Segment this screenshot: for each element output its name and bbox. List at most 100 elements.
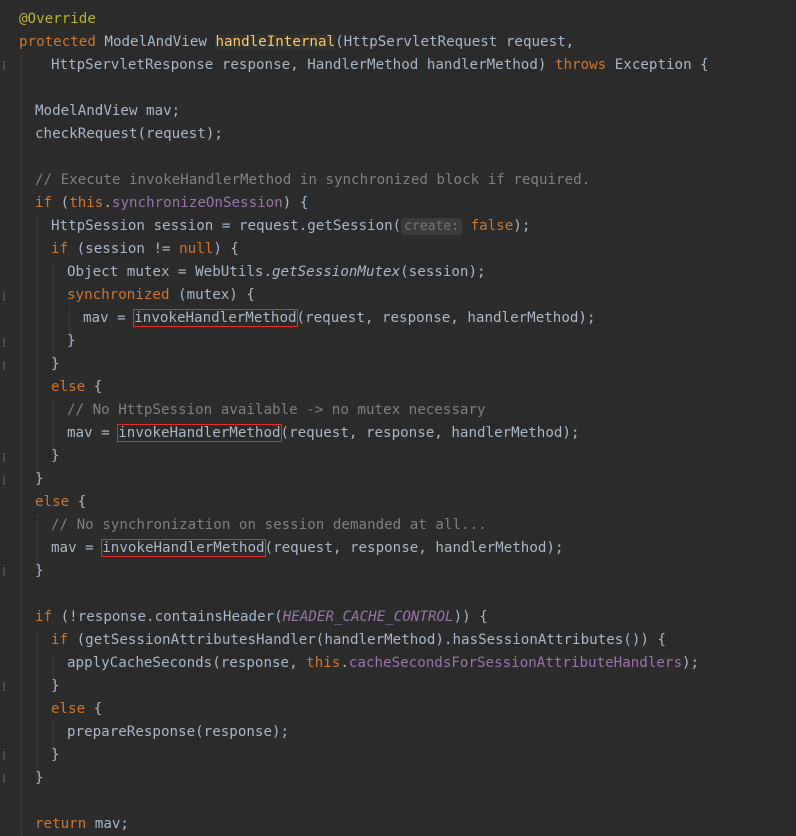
code-text: } — [51, 747, 60, 763]
code-text: prepareResponse(response); — [67, 724, 290, 740]
override-annotation: @Override — [19, 11, 96, 27]
keyword: false — [470, 218, 514, 234]
code-text: (session != — [76, 241, 180, 257]
keyword: null — [179, 241, 214, 257]
code-text: checkRequest(request); — [35, 126, 223, 142]
code-line[interactable]: if (this.synchronizeOnSession) { — [0, 192, 796, 215]
keyword: if — [51, 241, 69, 257]
code-line[interactable]: } — [0, 353, 796, 376]
exception: Exception { — [614, 57, 709, 73]
highlighted-invoke-call[interactable]: invokeHandlerMethod — [101, 539, 266, 557]
code-text: { — [93, 701, 103, 717]
keyword: synchronized — [67, 287, 170, 303]
code-text: ) { — [282, 195, 309, 211]
code-text: ); — [682, 655, 700, 671]
params: HttpServletResponse response, HandlerMet… — [51, 57, 547, 73]
code-line[interactable]: mav = invokeHandlerMethod(request, respo… — [0, 422, 796, 445]
code-text: )) { — [453, 609, 488, 625]
code-line[interactable]: return mav; — [0, 813, 796, 836]
keyword: this — [69, 195, 104, 211]
code-line[interactable]: ModelAndView mav; — [0, 100, 796, 123]
keyword: if — [35, 195, 53, 211]
code-line[interactable]: else { — [0, 491, 796, 514]
code-line[interactable]: else { — [0, 376, 796, 399]
code-line[interactable]: // No HttpSession available -> no mutex … — [0, 399, 796, 422]
code-line[interactable]: } — [0, 767, 796, 790]
code-line[interactable]: synchronized (mutex) { — [0, 284, 796, 307]
comment: // No synchronization on session demande… — [51, 517, 487, 533]
code-text: ( — [60, 195, 70, 211]
code-text: (getSessionAttributesHandler(handlerMeth… — [76, 632, 667, 648]
return-type: ModelAndView — [104, 34, 207, 50]
code-text: } — [35, 770, 44, 786]
code-line[interactable]: mav = invokeHandlerMethod(request, respo… — [0, 537, 796, 560]
keyword: throws — [554, 57, 607, 73]
code-line[interactable]: } — [0, 445, 796, 468]
code-line[interactable]: checkRequest(request); — [0, 123, 796, 146]
code-text: } — [51, 678, 60, 694]
code-line[interactable]: prepareResponse(response); — [0, 721, 796, 744]
code-text: (session); — [400, 264, 486, 280]
code-editor[interactable]: @Override protected ModelAndView handleI… — [0, 0, 796, 835]
code-text: { — [77, 494, 87, 510]
code-line[interactable]: protected ModelAndView handleInternal(Ht… — [0, 31, 796, 54]
static-method: getSessionMutex — [272, 264, 401, 280]
field-ref: synchronizeOnSession — [111, 195, 283, 211]
keyword: else — [51, 379, 86, 395]
code-line[interactable]: @Override — [0, 8, 796, 31]
keyword: protected — [19, 34, 96, 50]
keyword: this — [306, 655, 341, 671]
code-text: } — [35, 563, 44, 579]
code-line[interactable]: // No synchronization on session demande… — [0, 514, 796, 537]
code-text: (request, response, handlerMethod); — [264, 540, 564, 556]
code-text: ) { — [213, 241, 239, 257]
code-text: (!response.containsHeader( — [60, 609, 283, 625]
code-text: } — [51, 448, 60, 464]
code-line[interactable]: } — [0, 330, 796, 353]
keyword: else — [51, 701, 86, 717]
code-text: mav = — [51, 540, 103, 556]
code-line[interactable]: Object mutex = WebUtils.getSessionMutex(… — [0, 261, 796, 284]
keyword: if — [51, 632, 69, 648]
code-text: Object mutex = WebUtils. — [67, 264, 272, 280]
code-line[interactable]: mav = invokeHandlerMethod(request, respo… — [0, 307, 796, 330]
code-line[interactable]: if (!response.containsHeader(HEADER_CACH… — [0, 606, 796, 629]
keyword: return — [35, 816, 87, 832]
method-name[interactable]: handleInternal — [215, 34, 336, 50]
code-line[interactable]: } — [0, 744, 796, 767]
code-text: mav = — [67, 425, 119, 441]
code-line[interactable]: } — [0, 468, 796, 491]
param-hint: create: — [401, 218, 463, 235]
code-line[interactable]: HttpSession session = request.getSession… — [0, 215, 796, 238]
code-text: applyCacheSeconds(response, — [67, 655, 307, 671]
keyword: if — [35, 609, 53, 625]
highlighted-invoke-call[interactable]: invokeHandlerMethod — [117, 424, 282, 442]
code-line[interactable]: HttpServletResponse response, HandlerMet… — [0, 54, 796, 77]
code-text: ModelAndView mav; — [35, 103, 181, 119]
code-text: ); — [513, 218, 531, 234]
constant: HEADER_CACHE_CONTROL — [282, 609, 454, 625]
code-text: { — [93, 379, 103, 395]
code-line[interactable]: else { — [0, 698, 796, 721]
code-line[interactable]: // Execute invokeHandlerMethod in synchr… — [0, 169, 796, 192]
comment: // No HttpSession available -> no mutex … — [67, 402, 486, 418]
keyword: else — [35, 494, 70, 510]
code-text: (request, response, handlerMethod); — [280, 425, 580, 441]
code-line[interactable]: if (getSessionAttributesHandler(handlerM… — [0, 629, 796, 652]
field-ref: cacheSecondsForSessionAttributeHandlers — [348, 655, 683, 671]
code-line[interactable]: if (session != null) { — [0, 238, 796, 261]
code-text: mav; — [94, 816, 129, 832]
code-text: } — [35, 471, 44, 487]
code-line[interactable]: } — [0, 675, 796, 698]
code-text: (request, response, handlerMethod); — [296, 310, 596, 326]
code-text: } — [67, 333, 76, 349]
code-line[interactable]: applyCacheSeconds(response, this.cacheSe… — [0, 652, 796, 675]
comment: // Execute invokeHandlerMethod in synchr… — [35, 172, 591, 188]
code-text: (mutex) { — [178, 287, 255, 303]
params: (HttpServletRequest request, — [335, 34, 575, 50]
code-line[interactable]: } — [0, 560, 796, 583]
code-text: HttpSession session = request.getSession… — [51, 218, 402, 234]
highlighted-invoke-call[interactable]: invokeHandlerMethod — [133, 309, 298, 327]
code-text: mav = — [83, 310, 135, 326]
code-text: } — [51, 356, 60, 372]
